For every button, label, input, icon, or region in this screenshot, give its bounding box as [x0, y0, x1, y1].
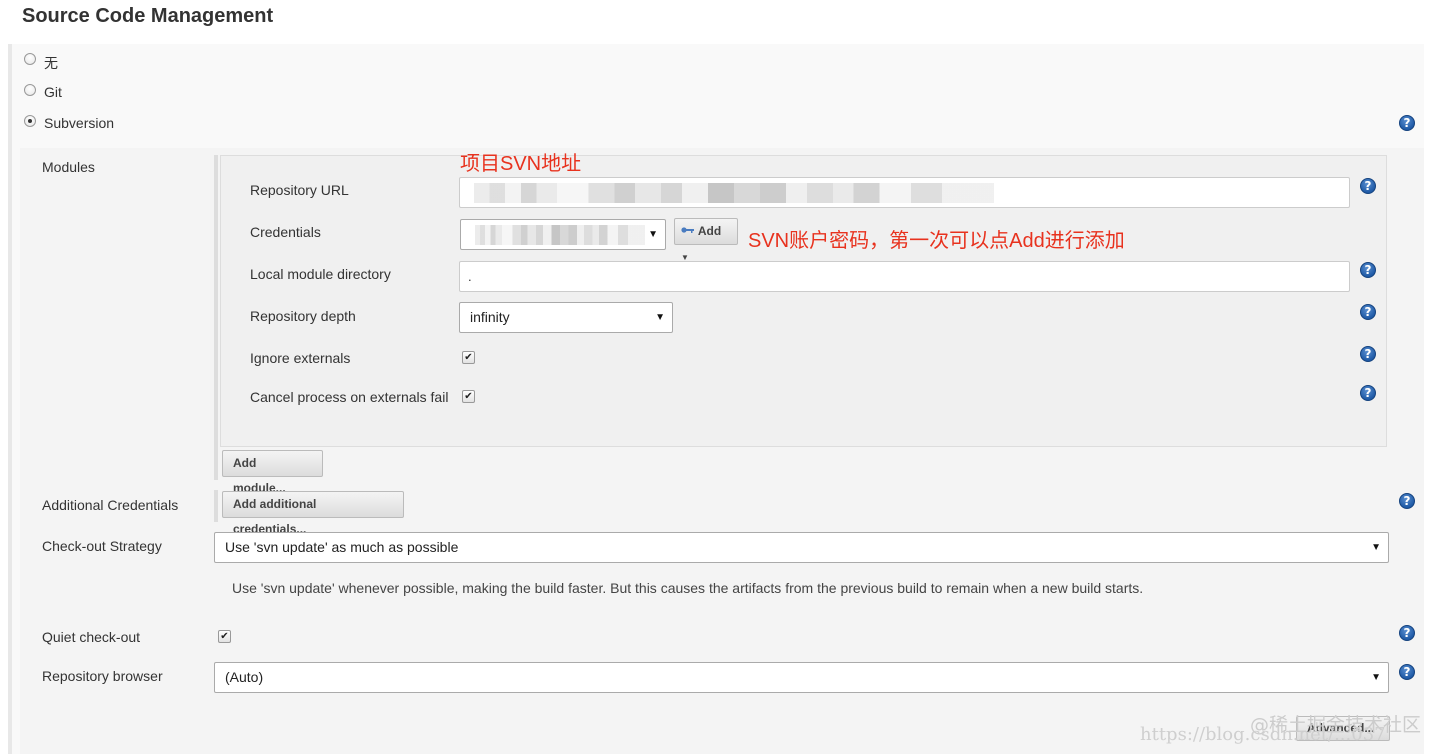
redacted-url: [474, 183, 994, 203]
help-icon[interactable]: ?: [1360, 385, 1376, 401]
help-icon[interactable]: ?: [1360, 304, 1376, 320]
scm-radio-git-label: Git: [44, 84, 62, 100]
help-icon[interactable]: ?: [1360, 178, 1376, 194]
checkout-strategy-description: Use 'svn update' whenever possible, maki…: [232, 580, 1144, 596]
help-icon[interactable]: ?: [1360, 262, 1376, 278]
scm-radio-none[interactable]: [24, 53, 36, 65]
modules-label: Modules: [42, 159, 95, 175]
add-module-button[interactable]: Add module...: [222, 450, 323, 495]
quiet-checkout-label: Quiet check-out: [42, 629, 141, 645]
help-icon[interactable]: ?: [1399, 493, 1415, 509]
repository-depth-label: Repository depth: [250, 308, 356, 324]
checkout-strategy-label: Check-out Strategy: [42, 538, 162, 554]
add-additional-credentials-button[interactable]: Add additional credentials...: [222, 491, 404, 536]
additional-credentials-label: Additional Credentials: [42, 497, 179, 513]
csdn-watermark: https://blog.csdn.net/...037: [1140, 724, 1386, 745]
ignore-externals-checkbox[interactable]: ✔: [462, 351, 475, 364]
annotation-svn-address: 项目SVN地址: [460, 153, 582, 175]
additional-credentials-left-bar: [214, 490, 218, 522]
repository-url-label: Repository URL: [250, 182, 349, 198]
checkout-strategy-select[interactable]: Use 'svn update' as much as possible ▼: [214, 532, 1389, 563]
credentials-select[interactable]: ▼: [460, 219, 666, 250]
dropdown-arrow-icon: ▼: [1371, 672, 1381, 683]
help-icon[interactable]: ?: [1360, 346, 1376, 362]
credentials-label: Credentials: [250, 224, 321, 240]
ignore-externals-label: Ignore externals: [250, 350, 351, 366]
dropdown-arrow-icon: ▼: [655, 312, 665, 323]
local-module-directory-label: Local module directory: [250, 266, 391, 282]
repository-browser-select[interactable]: (Auto) ▼: [214, 662, 1389, 693]
page-title: Source Code Management: [22, 5, 274, 27]
cancel-process-label: Cancel process on externals fail: [250, 389, 449, 405]
annotation-svn-account: SVN账户密码，第一次可以点Add进行添加: [748, 230, 1125, 252]
repository-url-input[interactable]: [459, 177, 1350, 208]
key-icon: [681, 218, 695, 233]
dropdown-arrow-icon: ▼: [1371, 542, 1381, 553]
scm-radio-none-label: 无: [44, 55, 58, 71]
add-credentials-button[interactable]: Add ▼: [674, 218, 738, 262]
help-icon[interactable]: ?: [1399, 664, 1415, 680]
scm-radio-subversion[interactable]: [24, 115, 36, 127]
checkmark-icon: ✔: [464, 391, 473, 402]
local-module-directory-input[interactable]: .: [459, 261, 1350, 292]
dropdown-arrow-icon: ▼: [648, 229, 658, 240]
help-icon[interactable]: ?: [1399, 625, 1415, 641]
scm-radio-subversion-label: Subversion: [44, 115, 115, 131]
scm-radio-git[interactable]: [24, 84, 36, 96]
modules-left-bar: [214, 155, 218, 480]
quiet-checkout-checkbox[interactable]: ✔: [218, 630, 231, 643]
redacted-credentials: [475, 225, 645, 245]
checkmark-icon: ✔: [464, 352, 473, 363]
repository-depth-select[interactable]: infinity ▼: [459, 302, 673, 333]
repository-browser-label: Repository browser: [42, 668, 163, 684]
checkmark-icon: ✔: [220, 631, 229, 642]
help-icon[interactable]: ?: [1399, 115, 1415, 131]
cancel-process-checkbox[interactable]: ✔: [462, 390, 475, 403]
